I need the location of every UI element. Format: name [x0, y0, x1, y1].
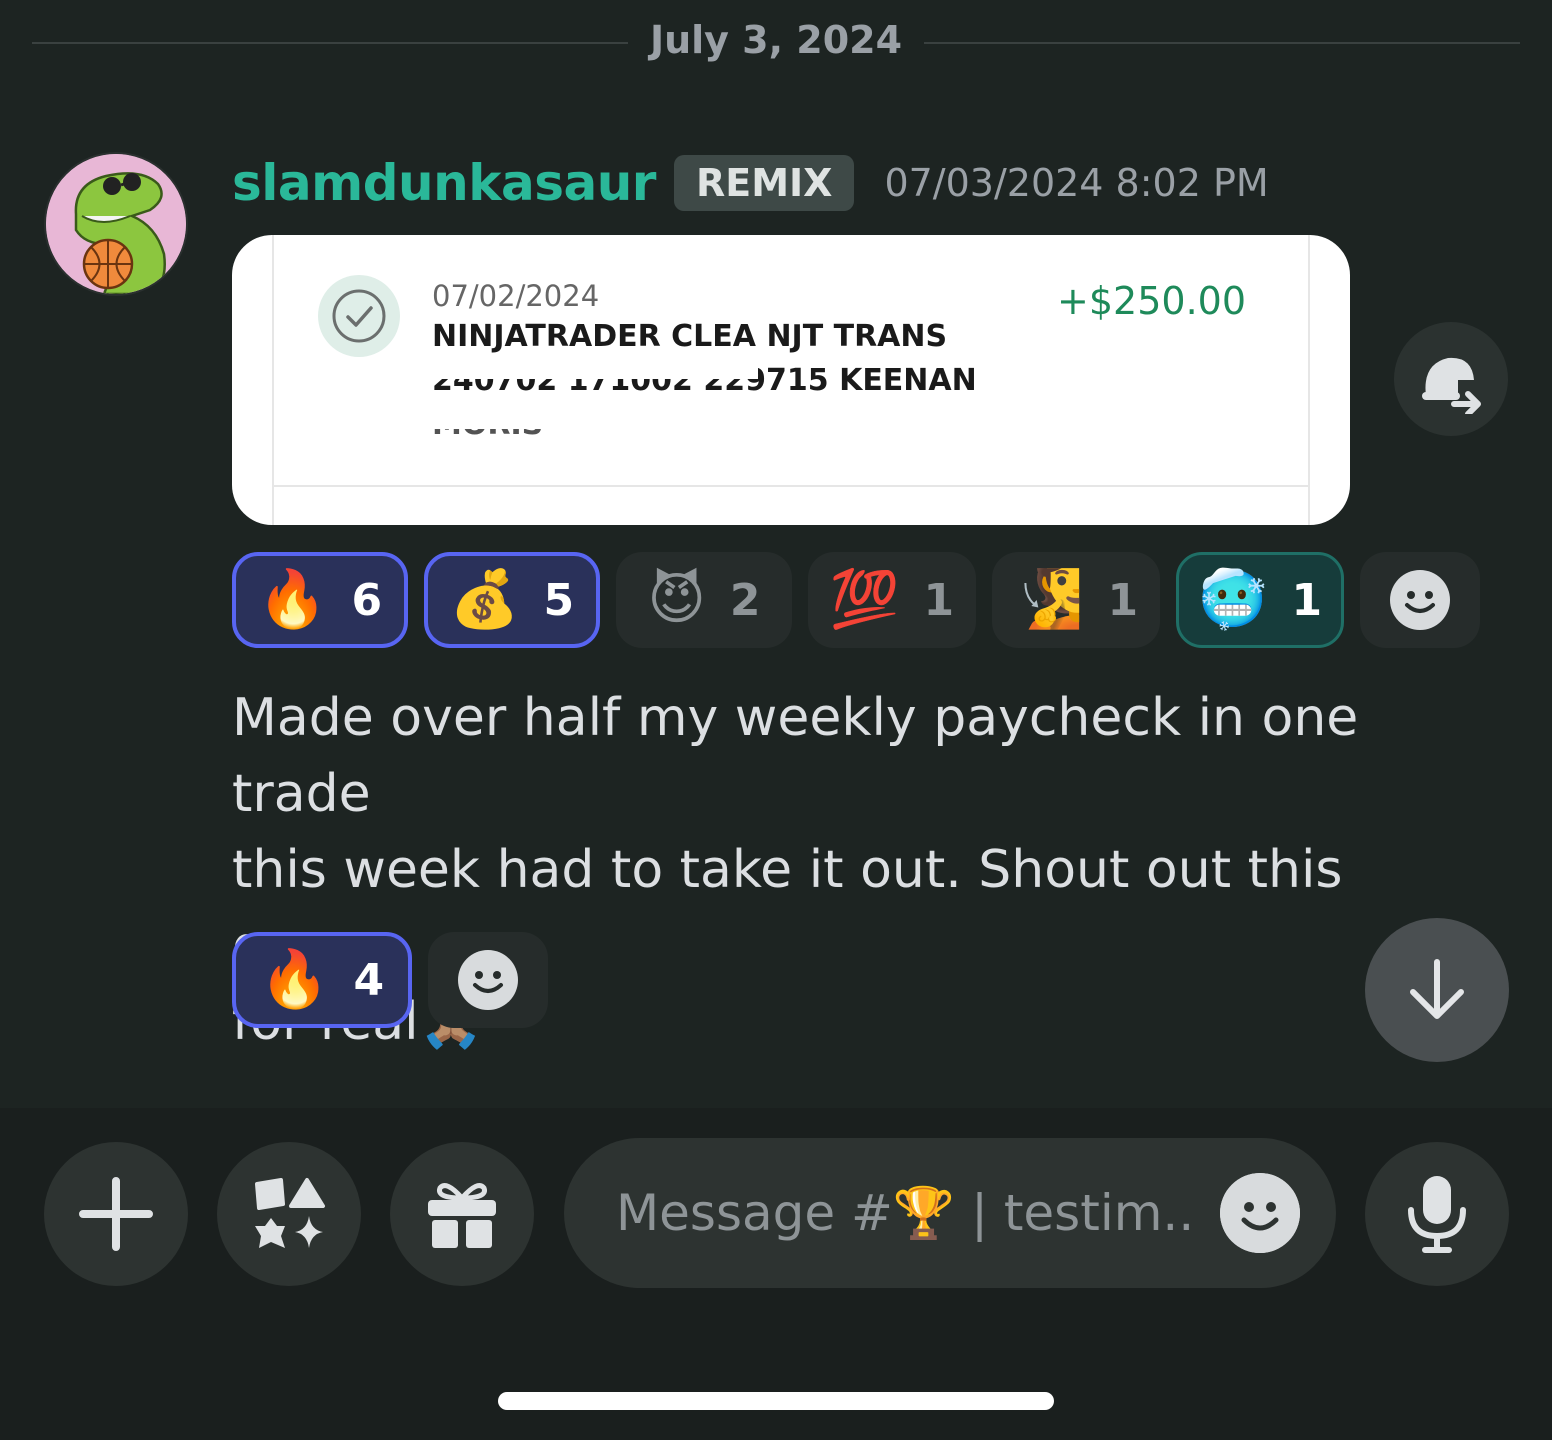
reaction-count: 2 [729, 574, 761, 626]
username[interactable]: slamdunkasaur [232, 154, 656, 212]
hundred-points-icon: 💯 [829, 567, 900, 632]
add-reaction-button[interactable] [428, 932, 548, 1028]
date-divider-label: July 3, 2024 [649, 18, 903, 62]
fire-icon: 🔥 [259, 947, 330, 1012]
message-input-placeholder: Message #🏆 | testim.. [616, 1183, 1195, 1242]
transaction-title: NINJATRADER CLEA NJT TRANS [432, 319, 948, 354]
check-icon [318, 275, 400, 357]
dinosaur-avatar-icon [46, 154, 186, 294]
cold-face-icon: 🥶 [1197, 567, 1268, 632]
divider-line-right [924, 42, 1520, 44]
message-text-line: Made over half my weekly paycheck in one… [232, 688, 1359, 824]
message-header: slamdunkasaur REMIX 07/03/2024 8:02 PM [232, 148, 1269, 218]
reaction-fire[interactable]: 🔥 4 [232, 932, 412, 1028]
transaction-amount: +$250.00 [1057, 279, 1246, 323]
reaction-count: 5 [543, 574, 575, 626]
reaction-money-bag[interactable]: 💰 5 [424, 552, 600, 648]
voice-message-button[interactable] [1365, 1142, 1509, 1286]
gift-icon [428, 1183, 496, 1248]
microphone-icon [1408, 1176, 1466, 1253]
plus-icon [79, 1177, 153, 1251]
message-timestamp: 07/03/2024 8:02 PM [884, 161, 1269, 205]
home-indicator[interactable] [498, 1392, 1054, 1410]
add-attachment-button[interactable] [44, 1142, 188, 1286]
reaction-fire[interactable]: 🔥 6 [232, 552, 408, 648]
redaction [428, 363, 758, 379]
jump-to-latest-button[interactable] [1365, 918, 1509, 1062]
reaction-count: 4 [353, 954, 385, 1006]
redaction [428, 407, 608, 429]
transaction-date: 07/02/2024 [432, 279, 600, 313]
fire-icon: 🔥 [257, 567, 328, 632]
receipt-border [1308, 235, 1310, 525]
forward-message-button[interactable] [1394, 322, 1508, 436]
avatar[interactable] [44, 152, 188, 296]
reaction-count: 1 [923, 574, 955, 626]
reaction-hundred[interactable]: 💯 1 [808, 552, 976, 648]
add-reaction-button[interactable] [1360, 552, 1480, 648]
money-bag-icon: 💰 [449, 567, 520, 632]
smiley-icon [458, 950, 518, 1010]
message-input[interactable]: Message #🏆 | testim.. [564, 1138, 1336, 1288]
smiley-icon [1220, 1173, 1300, 1253]
message-reactions: 🔥 4 [232, 932, 548, 1028]
image-attachment[interactable]: 07/02/2024 NINJATRADER CLEA NJT TRANS 24… [232, 235, 1350, 525]
smiling-devil-icon: 😈 [647, 567, 706, 632]
reaction-cold-face[interactable]: 🥶 1 [1176, 552, 1344, 648]
gift-button[interactable] [390, 1142, 534, 1286]
emoji-picker-button[interactable] [1220, 1173, 1300, 1253]
reaction-deaf-person[interactable]: 🧏 1 [992, 552, 1160, 648]
reaction-smiling-devil[interactable]: 😈 2 [616, 552, 792, 648]
reaction-count: 1 [1107, 574, 1139, 626]
role-tag: REMIX [673, 155, 855, 211]
chat-area: July 3, 2024 slamdunkasaur REMIX 07/03/2… [0, 0, 1552, 1108]
receipt-divider [272, 485, 1310, 487]
date-divider: July 3, 2024 [32, 18, 1520, 68]
apps-button[interactable] [217, 1142, 361, 1286]
smiley-icon [1390, 570, 1450, 630]
deaf-person-icon: 🧏 [1013, 567, 1084, 632]
apps-icon [255, 1178, 325, 1248]
forward-message-icon [1422, 357, 1481, 414]
arrow-down-icon [1410, 959, 1464, 1019]
reaction-count: 6 [351, 574, 383, 626]
reaction-count: 1 [1291, 574, 1323, 626]
receipt-border [272, 235, 274, 525]
attachment-reactions: 🔥 6 💰 5 😈 2 💯 1 🧏 1 🥶 1 [232, 552, 1480, 648]
